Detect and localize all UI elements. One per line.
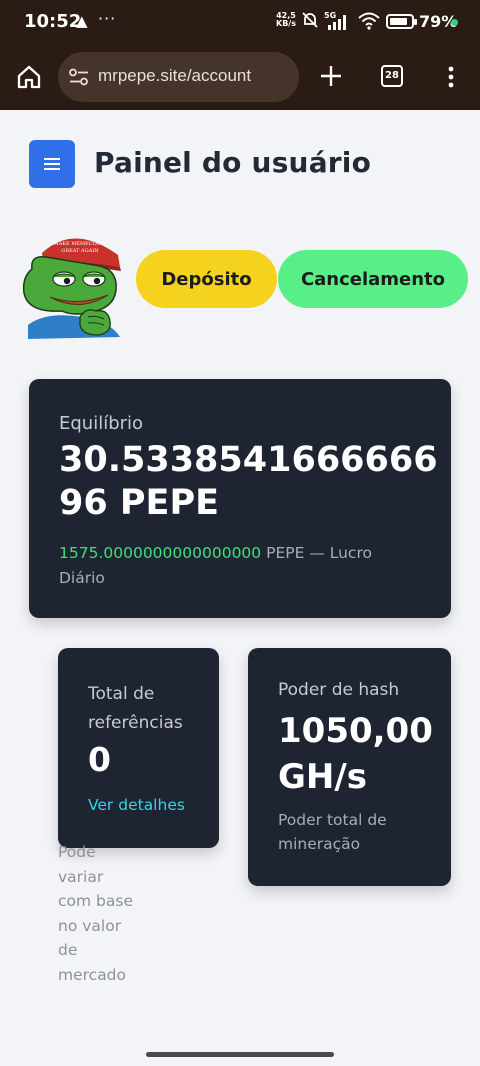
hashpower-card: Poder de hash 1050,00 GH/s Poder total d…	[248, 648, 451, 886]
gesture-home-indicator[interactable]	[146, 1052, 334, 1057]
menu-button[interactable]	[29, 140, 75, 188]
daily-profit-value: 1575.0000000000000000	[59, 544, 262, 562]
wifi-icon	[358, 12, 380, 30]
hashpower-value: 1050,00 GH/s	[278, 711, 433, 797]
network-type-label: 5G	[324, 11, 336, 20]
referrals-value: 0	[88, 740, 111, 779]
cellular-signal-icon: 5G	[324, 11, 346, 30]
hamburger-icon	[44, 158, 60, 170]
status-time: 10:52	[24, 11, 82, 32]
daily-profit: 1575.0000000000000000 PEPE — Lucro Diári…	[59, 541, 419, 591]
balance-label: Equilíbrio	[59, 413, 144, 434]
battery-fill	[390, 18, 407, 25]
site-settings-icon[interactable]	[68, 68, 90, 86]
address-bar[interactable]: mrpepe.site/account	[58, 52, 299, 102]
hashpower-label: Poder de hash	[278, 680, 400, 700]
vibrate-mute-icon	[302, 12, 318, 28]
network-speed-unit: KB/s	[276, 19, 296, 28]
pepe-mascot-image: MAKE MEMECOINS GREAT AGAIN	[22, 238, 121, 339]
hat-text-line1: MAKE MEMECOINS	[54, 241, 108, 247]
charging-dot	[451, 19, 458, 26]
more-notifications-indicator: ···	[98, 9, 117, 28]
status-bar: 10:52 ▲ ··· 42,5 KB/s 5G 79%	[0, 0, 480, 44]
page-title: Painel do usuário	[94, 146, 372, 179]
referrals-card: Total de referências 0 Ver detalhes	[58, 648, 219, 848]
address-url[interactable]: mrpepe.site/account	[98, 66, 251, 86]
new-tab-icon[interactable]	[318, 63, 344, 89]
view-details-link[interactable]: Ver detalhes	[88, 796, 185, 814]
warning-triangle-icon: ▲	[76, 12, 88, 30]
network-speed: 42,5 KB/s	[276, 12, 296, 28]
battery-icon	[386, 14, 417, 29]
hashpower-subtitle: Poder total de mineração	[278, 811, 387, 853]
market-value-note: Pode variar com base no valor de mercado	[58, 843, 133, 984]
deposit-button[interactable]: Depósito	[136, 250, 277, 308]
balance-card: Equilíbrio 30.5338541666666​96 PEPE 1575…	[29, 379, 451, 618]
balance-value: 30.5338541666666​96 PEPE	[59, 440, 438, 523]
hat-text-line2: GREAT AGAIN	[61, 248, 99, 254]
browser-toolbar: mrpepe.site/account 28	[0, 44, 480, 110]
tab-switcher-button[interactable]: 28	[381, 65, 403, 87]
home-icon[interactable]	[16, 64, 42, 90]
more-menu-icon[interactable]	[448, 66, 454, 88]
referrals-label: Total de referências	[88, 684, 183, 733]
cancel-button[interactable]: Cancelamento	[278, 250, 468, 308]
